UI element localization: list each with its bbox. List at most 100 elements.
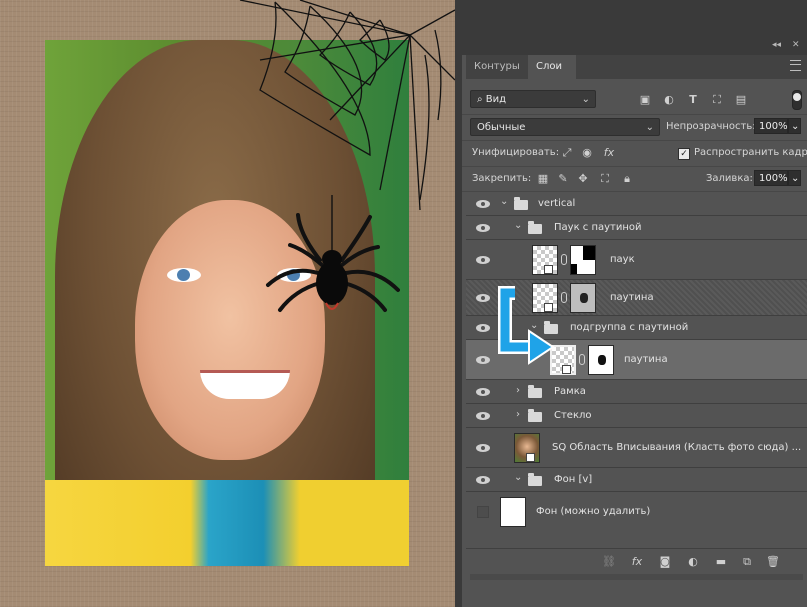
layer-row[interactable]: ⌄ Фон [v]	[466, 468, 807, 492]
link-layers-icon[interactable]: ⛓	[602, 555, 616, 568]
unify-visibility-icon[interactable]: ◉	[580, 146, 594, 160]
layer-name: подгруппа с паутиной	[570, 322, 689, 333]
layer-row[interactable]: ⌄ vertical	[466, 192, 807, 216]
eye-icon[interactable]	[475, 355, 491, 365]
blend-mode-dropdown[interactable]: Обычные ⌄	[470, 118, 660, 136]
filter-toggle[interactable]	[792, 90, 802, 110]
eye-icon[interactable]	[475, 255, 491, 265]
spider-graphic	[266, 195, 400, 312]
smart-object-badge-icon	[544, 265, 553, 274]
layer-row[interactable]: Фон (можно удалить)	[466, 492, 807, 532]
folder-icon	[528, 409, 542, 422]
smart-object-badge-icon	[526, 453, 535, 462]
lock-label: Закрепить:	[472, 173, 532, 184]
layer-name: паук	[610, 254, 635, 265]
layer-mask-thumbnail[interactable]	[570, 245, 596, 275]
layer-row[interactable]: паук	[466, 240, 807, 280]
eye-icon[interactable]	[475, 293, 491, 303]
layer-name: паутина	[624, 354, 668, 365]
layer-thumbnail	[500, 497, 526, 527]
layer-name: Фон (можно удалить)	[536, 506, 651, 517]
mask-icon[interactable]: ◙	[658, 555, 672, 568]
smart-object-badge-icon	[562, 365, 571, 374]
layer-name: Рамка	[554, 386, 586, 397]
fx-icon[interactable]: fx	[630, 555, 644, 568]
chevron-right-icon[interactable]: ›	[516, 409, 520, 420]
folder-icon[interactable]: ▬	[714, 555, 728, 568]
fill-dropdown-chevron[interactable]: ⌄	[788, 170, 801, 186]
propagate-checkbox[interactable]: ✓	[678, 148, 690, 160]
layer-name: паутина	[610, 292, 654, 303]
opacity-dropdown-chevron[interactable]: ⌄	[788, 118, 801, 134]
layer-filter-dropdown[interactable]: ⌕ Вид ⌄	[470, 90, 596, 108]
link-icon[interactable]	[561, 292, 567, 303]
link-icon[interactable]	[561, 254, 567, 265]
layer-name: Стекло	[554, 410, 592, 421]
lock-all-icon[interactable]: 🔒︎	[620, 172, 634, 186]
layer-name: Фон [v]	[554, 474, 593, 485]
unify-label: Унифицировать:	[472, 147, 560, 158]
tab-paths[interactable]: Контуры	[466, 55, 536, 79]
lock-move-icon[interactable]: ✥	[576, 172, 590, 186]
panel-menu-icon[interactable]	[790, 60, 801, 71]
layer-mask-thumbnail[interactable]	[588, 345, 614, 375]
horizontal-scrollbar[interactable]	[470, 574, 803, 580]
propagate-label: Распространить кадр 1	[694, 147, 807, 158]
folder-icon	[528, 221, 542, 234]
eye-icon[interactable]	[475, 387, 491, 397]
left-eye	[167, 268, 201, 282]
transform-filter-icon[interactable]: ⛶	[710, 93, 724, 107]
image-filter-icon[interactable]: ▣	[638, 93, 652, 107]
folder-icon	[528, 473, 542, 486]
folder-icon	[528, 385, 542, 398]
panel-tabs: Контуры Слои	[466, 55, 807, 79]
layer-row[interactable]: ⌄ Паук с паутиной	[466, 216, 807, 240]
unify-position-icon[interactable]: ⤢	[560, 146, 574, 160]
lock-transparent-icon[interactable]: ▦	[536, 172, 550, 186]
chevron-down-icon: ⌄	[581, 94, 590, 105]
chevron-down-icon[interactable]: ⌄	[514, 220, 522, 231]
opacity-label: Непрозрачность:	[666, 121, 756, 132]
annotation-arrow-icon	[498, 286, 555, 365]
trash-icon[interactable]: 🗑︎	[766, 555, 780, 568]
eye-icon[interactable]	[475, 443, 491, 453]
unify-style-icon[interactable]: fx	[602, 146, 616, 160]
layer-row[interactable]: SQ Область Вписывания (Класть фото сюда)…	[466, 428, 807, 468]
adjustment-icon[interactable]: ◐	[686, 555, 700, 568]
lock-brush-icon[interactable]: ✎	[556, 172, 570, 186]
circle-half-icon[interactable]: ◐	[662, 93, 676, 107]
shirt	[45, 480, 409, 566]
chevron-down-icon[interactable]: ⌄	[514, 472, 522, 483]
chevron-right-icon[interactable]: ›	[516, 385, 520, 396]
lock-artboard-icon[interactable]: ⛶	[598, 172, 612, 186]
link-icon[interactable]	[579, 354, 585, 365]
layer-mask-thumbnail[interactable]	[570, 283, 596, 313]
document-canvas[interactable]	[0, 0, 455, 607]
new-layer-icon[interactable]: ⧉	[740, 555, 754, 568]
eye-icon[interactable]	[475, 223, 491, 233]
folder-icon	[514, 197, 528, 210]
eye-icon[interactable]	[475, 323, 491, 333]
fill-input[interactable]: 100%	[754, 170, 788, 186]
layer-name: SQ Область Вписывания (Класть фото сюда)…	[552, 442, 802, 453]
eye-icon[interactable]	[475, 199, 491, 209]
chevron-down-icon[interactable]: ⌄	[500, 196, 508, 207]
chevron-down-icon: ⌄	[645, 122, 654, 133]
opacity-input[interactable]: 100%	[754, 118, 788, 134]
collapse-icon[interactable]: ◂◂	[772, 40, 781, 50]
spider-web-graphic	[239, 0, 455, 210]
eye-icon[interactable]	[475, 411, 491, 421]
layer-row[interactable]: › Стекло	[466, 404, 807, 428]
layer-row[interactable]: › Рамка	[466, 380, 807, 404]
type-filter-icon[interactable]: T	[686, 93, 700, 107]
visibility-toggle-off[interactable]	[477, 506, 489, 518]
layers-bottom-toolbar: ⛓ fx ◙ ◐ ▬ ⧉ 🗑︎	[466, 548, 807, 573]
smart-object-filter-icon[interactable]: ▤	[734, 93, 748, 107]
close-icon[interactable]: ✕	[792, 40, 800, 50]
layer-name: vertical	[538, 198, 576, 209]
layer-name: Паук с паутиной	[554, 222, 642, 233]
eye-icon[interactable]	[475, 475, 491, 485]
fill-label: Заливка:	[706, 173, 753, 184]
tab-layers[interactable]: Слои	[528, 55, 576, 79]
panel-dock-header: ◂◂ ✕	[455, 0, 807, 52]
